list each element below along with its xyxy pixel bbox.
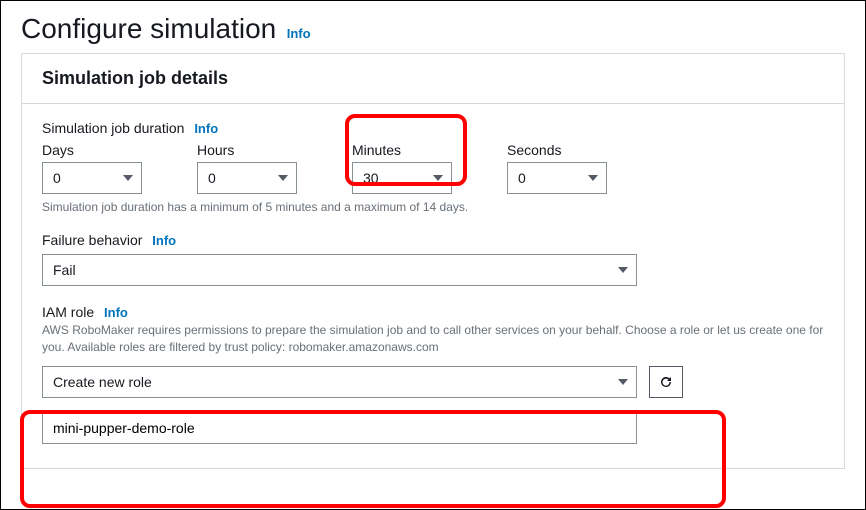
days-value: 0 (53, 170, 61, 186)
iam-role-section: IAM role Info AWS RoboMaker requires per… (42, 304, 824, 444)
hours-column: Hours 0 (197, 142, 297, 194)
duration-info-link[interactable]: Info (194, 121, 218, 136)
iam-label: IAM role (42, 304, 94, 320)
iam-role-value: Create new role (53, 374, 152, 390)
seconds-label: Seconds (507, 142, 607, 158)
duration-hint: Simulation job duration has a minimum of… (42, 200, 824, 214)
failure-label: Failure behavior (42, 232, 142, 248)
seconds-column: Seconds 0 (507, 142, 607, 194)
minutes-column: Minutes 30 (352, 142, 452, 194)
seconds-select[interactable]: 0 (507, 162, 607, 194)
days-column: Days 0 (42, 142, 142, 194)
days-label: Days (42, 142, 142, 158)
hours-select[interactable]: 0 (197, 162, 297, 194)
duration-label: Simulation job duration (42, 120, 184, 136)
hours-label: Hours (197, 142, 297, 158)
chevron-down-icon (278, 175, 288, 181)
chevron-down-icon (433, 175, 443, 181)
failure-behavior-select[interactable]: Fail (42, 254, 637, 286)
chevron-down-icon (588, 175, 598, 181)
minutes-label: Minutes (352, 142, 452, 158)
iam-info-link[interactable]: Info (104, 305, 128, 320)
failure-info-link[interactable]: Info (152, 233, 176, 248)
minutes-select[interactable]: 30 (352, 162, 452, 194)
panel-body: Simulation job duration Info Days 0 Hour… (22, 104, 844, 468)
page-header: Configure simulation Info (1, 1, 865, 53)
chevron-down-icon (618, 267, 628, 273)
page-title: Configure simulation (21, 13, 276, 44)
chevron-down-icon (618, 379, 628, 385)
panel-title: Simulation job details (42, 68, 824, 89)
iam-role-select[interactable]: Create new role (42, 366, 637, 398)
hours-value: 0 (208, 170, 216, 186)
simulation-job-details-panel: Simulation job details Simulation job du… (21, 53, 845, 469)
minutes-value: 30 (363, 170, 379, 186)
iam-description: AWS RoboMaker requires permissions to pr… (42, 322, 824, 356)
chevron-down-icon (123, 175, 133, 181)
seconds-value: 0 (518, 170, 526, 186)
days-select[interactable]: 0 (42, 162, 142, 194)
duration-section: Simulation job duration Info Days 0 Hour… (42, 120, 824, 214)
iam-role-name-input[interactable] (42, 412, 637, 444)
refresh-button[interactable] (649, 366, 683, 398)
failure-behavior-section: Failure behavior Info Fail (42, 232, 824, 286)
panel-header: Simulation job details (22, 54, 844, 104)
page-info-link[interactable]: Info (287, 26, 311, 41)
failure-value: Fail (53, 262, 76, 278)
refresh-icon (658, 374, 674, 390)
